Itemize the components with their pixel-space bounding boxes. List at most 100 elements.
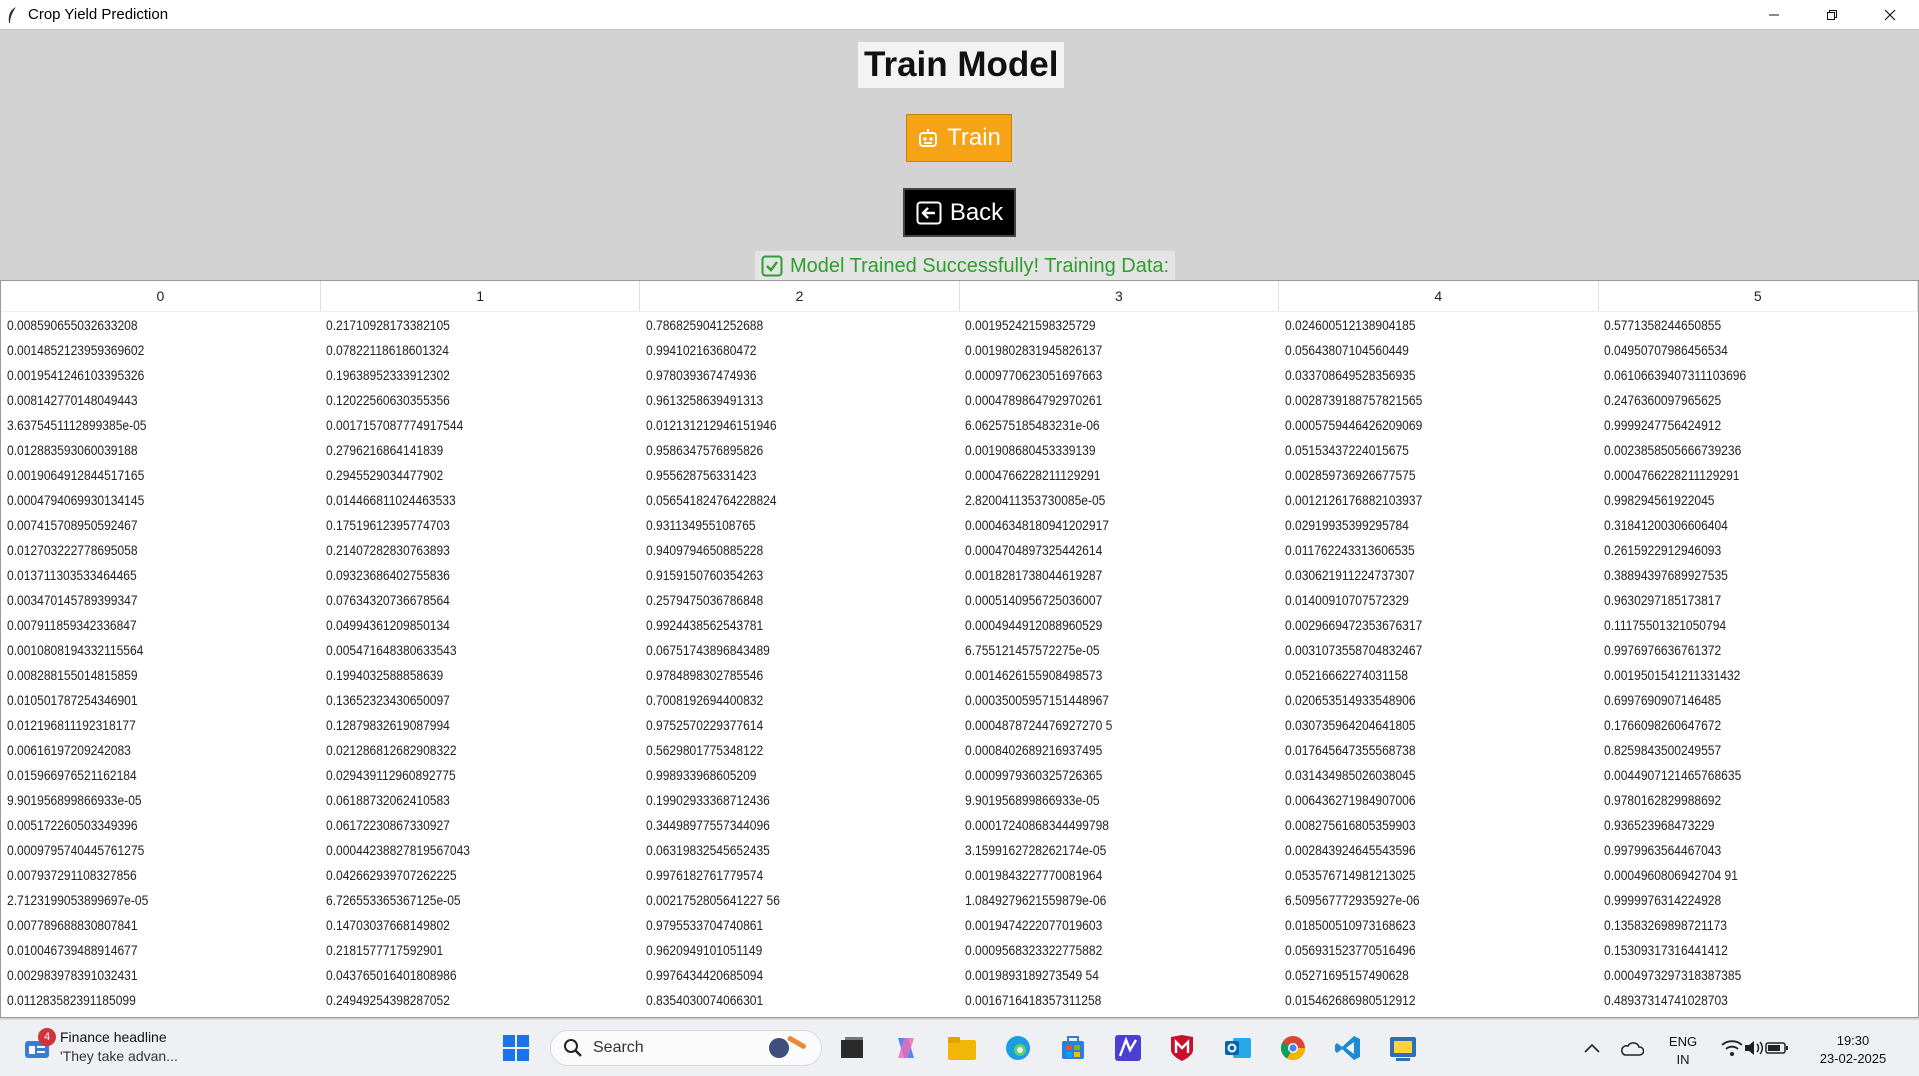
train-button[interactable]: Train — [906, 114, 1012, 162]
table-row[interactable]: 0.008142770148049443 0.12022560630355356 0… — [1, 387, 1918, 412]
table-row[interactable]: 0.013711303533464465 0.09323686402755836 0… — [1, 562, 1918, 587]
column-header[interactable]: 3 — [959, 281, 1280, 312]
table-row[interactable]: 0.008288155014815859 0.1994032588858639 0.… — [1, 662, 1918, 687]
table-row[interactable]: 0.007789688830807841 0.14703037668149802 0… — [1, 912, 1918, 937]
app-launcher-icon[interactable] — [1112, 1032, 1144, 1064]
table-cell: 0.042662939707262225 — [320, 862, 639, 887]
mcafee-icon[interactable] — [1166, 1032, 1198, 1064]
cell-value: 0.007911859342336847 — [7, 616, 137, 633]
vscode-icon[interactable] — [1332, 1032, 1364, 1064]
restore-button[interactable] — [1803, 0, 1861, 29]
onedrive-cloud-icon[interactable] — [1616, 1032, 1648, 1064]
column-header[interactable]: 2 — [639, 281, 960, 312]
column-header[interactable]: 4 — [1278, 281, 1599, 312]
table-cell: 0.0010808194332115564 — [1, 637, 320, 662]
copilot-icon[interactable] — [890, 1032, 922, 1064]
table-row[interactable]: 0.011283582391185099 0.24949254398287052 0… — [1, 987, 1918, 1012]
table-cell: 0.2945529034477902 — [320, 462, 639, 487]
table-cell: 0.2615922912946093 — [1598, 537, 1917, 562]
cell-value: 0.05643807104560449 — [1284, 341, 1409, 358]
start-button[interactable] — [500, 1032, 532, 1064]
table-row[interactable]: 0.00616197209242083 0.021286812682908322 0… — [1, 737, 1918, 762]
python-app-icon[interactable] — [1387, 1032, 1419, 1064]
table-row[interactable]: 0.007911859342336847 0.04994361209850134 0… — [1, 612, 1918, 637]
table-row[interactable]: 0.0009795740445761275 0.00044238827819567… — [1, 837, 1918, 862]
back-button[interactable]: Back — [903, 188, 1016, 237]
training-data-table[interactable]: 012345 0.008590655032633208 0.21710928173… — [0, 280, 1919, 1018]
table-cell: 0.0009568323322775882 — [959, 937, 1278, 962]
clock[interactable]: 19:30 23-02-2025 — [1812, 1032, 1894, 1068]
table-row[interactable]: 0.0019064912844517165 0.2945529034477902 0… — [1, 462, 1918, 487]
task-view-icon[interactable] — [836, 1032, 868, 1064]
table-row[interactable]: 0.010046739488914677 0.2181577717592901 0.… — [1, 937, 1918, 962]
table-cell: 0.031434985026038045 — [1279, 762, 1598, 787]
column-header[interactable]: 1 — [320, 281, 641, 312]
table-cell: 0.15309317316441412 — [1598, 937, 1917, 962]
news-widget[interactable]: 4 Finance headline 'They take advan... — [22, 1028, 178, 1066]
table-cell: 0.955628756331423 — [640, 462, 959, 487]
table-row[interactable]: 0.0019541246103395326 0.19638952333912302… — [1, 362, 1918, 387]
system-tray-group[interactable] — [1712, 1032, 1798, 1064]
cell-value: 0.008288155014815859 — [7, 666, 138, 683]
battery-icon — [1765, 1042, 1788, 1054]
table-row[interactable]: 0.010501787254346901 0.13652323430650097 0… — [1, 687, 1918, 712]
table-row[interactable]: 0.002983978391032431 0.043765016401808986… — [1, 962, 1918, 987]
table-cell: 0.00017240868344499798 — [959, 812, 1278, 837]
table-cell: 0.0019501541211331432 — [1598, 662, 1917, 687]
table-row[interactable]: 0.003470145789399347 0.07634320736678564 0… — [1, 587, 1918, 612]
table-cell: 0.014466811024463533 — [320, 487, 639, 512]
language-indicator[interactable]: ENG IN — [1665, 1033, 1701, 1069]
table-cell: 0.0009770623051697663 — [959, 362, 1278, 387]
table-row[interactable]: 2.7123199053899697e-05 6.726553365367125e… — [1, 887, 1918, 912]
minimize-button[interactable] — [1745, 0, 1803, 29]
table-row[interactable]: 0.007415708950592467 0.17519612395774703 0… — [1, 512, 1918, 537]
table-cell: 0.13652323430650097 — [320, 687, 639, 712]
table-row[interactable]: 9.901956899866933e-05 0.06188732062410583… — [1, 787, 1918, 812]
table-row[interactable]: 0.005172260503349396 0.06172230867330927 0… — [1, 812, 1918, 837]
table-row[interactable]: 0.007937291108327856 0.042662939707262225… — [1, 862, 1918, 887]
cell-value: 0.012196811192318177 — [7, 716, 136, 733]
news-title: Finance headline — [60, 1029, 167, 1045]
table-row[interactable]: 0.012883593060039188 0.2796216864141839 0.… — [1, 437, 1918, 462]
table-cell: 0.056541824764228824 — [640, 487, 959, 512]
table-row[interactable]: 0.0014852123959369602 0.07822118618601324… — [1, 337, 1918, 362]
table-cell: 0.006436271984907006 — [1279, 787, 1598, 812]
table-row[interactable]: 0.012703222778695058 0.21407282830763893 0… — [1, 537, 1918, 562]
cell-value: 0.12879832619087994 — [326, 716, 451, 733]
cell-value: 0.002859736926677575 — [1284, 466, 1416, 483]
show-hidden-icons[interactable] — [1576, 1032, 1608, 1064]
table-row[interactable]: 3.6375451112899385e-05 0.0017157087774917… — [1, 412, 1918, 437]
clock-time: 19:30 — [1836, 1033, 1870, 1048]
cell-value: 0.0014626155908498573 — [965, 666, 1103, 683]
table-cell: 0.19902933368712436 — [640, 787, 959, 812]
table-cell: 0.002859736926677575 — [1279, 462, 1598, 487]
outlook-icon[interactable] — [1222, 1032, 1254, 1064]
table-cell: 0.34498977557344096 — [640, 812, 959, 837]
table-cell: 3.1599162728262174e-05 — [959, 837, 1278, 862]
file-explorer-icon[interactable] — [946, 1032, 978, 1064]
table-row[interactable]: 0.0010808194332115564 0.00547164838063354… — [1, 637, 1918, 662]
table-row[interactable]: 0.0004794069930134145 0.01446681102446353… — [1, 487, 1918, 512]
table-header-row: 012345 — [1, 281, 1919, 312]
news-badge: 4 — [38, 1028, 56, 1046]
table-row[interactable]: 0.015966976521162184 0.029439112960892775… — [1, 762, 1918, 787]
table-cell: 0.007911859342336847 — [1, 612, 320, 637]
edge-browser-icon[interactable] — [1002, 1032, 1034, 1064]
table-row[interactable]: 0.012196811192318177 0.12879832619087994 0… — [1, 712, 1918, 737]
table-cell: 0.0014852123959369602 — [1, 337, 320, 362]
main-panel: Train Model Train Back Model Trained Suc… — [0, 30, 1919, 1018]
table-cell: 0.994102163680472 — [640, 337, 959, 362]
close-button[interactable] — [1861, 0, 1919, 29]
column-header[interactable]: 5 — [1598, 281, 1919, 312]
checkbox-checked-icon — [761, 255, 783, 277]
table-row[interactable]: 0.008590655032633208 0.21710928173382105 0… — [1, 312, 1918, 338]
column-header[interactable]: 0 — [1, 281, 321, 312]
search-icon — [564, 1039, 582, 1057]
cell-value: 0.9586347576895826 — [645, 441, 764, 458]
taskbar-search[interactable]: Search — [550, 1030, 822, 1066]
restore-icon — [1827, 9, 1837, 20]
table-cell: 0.07822118618601324 — [320, 337, 639, 362]
chrome-icon[interactable] — [1277, 1032, 1309, 1064]
table-cell: 2.7123199053899697e-05 — [1, 887, 320, 912]
microsoft-store-icon[interactable] — [1057, 1032, 1089, 1064]
